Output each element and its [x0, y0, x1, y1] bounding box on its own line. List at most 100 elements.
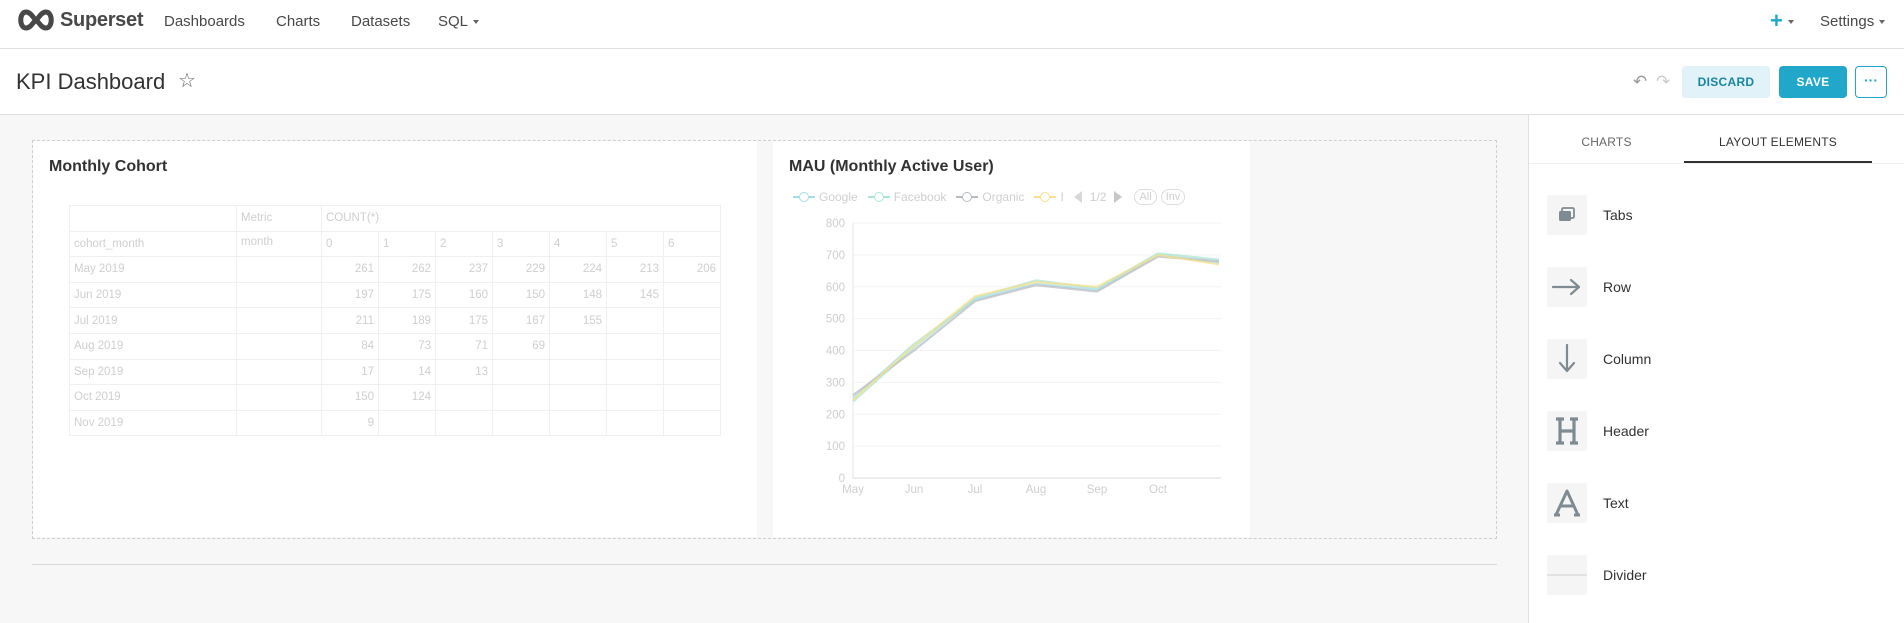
table-cell — [606, 307, 664, 334]
table-cell: 148 — [549, 281, 607, 309]
y-tick-label: 600 — [826, 282, 845, 294]
table-cell — [549, 332, 607, 360]
table-cell: 150 — [492, 281, 550, 309]
tab-charts[interactable]: CHARTS — [1529, 115, 1684, 163]
table-cell — [435, 384, 493, 411]
superset-logo[interactable]: Superset — [16, 8, 143, 32]
table-cell: 213 — [606, 256, 664, 283]
col-header-label: month — [236, 230, 322, 258]
table-row: Jun 2019 197 175 160 150 148 145 — [69, 281, 721, 309]
table-cell — [663, 332, 721, 360]
x-tick-label: Oct — [1149, 484, 1168, 496]
table-cell — [492, 358, 550, 386]
table-row: Jul 2019 211 189 175 167 155 — [69, 307, 721, 334]
dashboard-header: KPI Dashboard ☆ ↶ ↷ DISCARD SAVE ··· — [0, 49, 1904, 115]
discard-button[interactable]: DISCARD — [1682, 66, 1770, 98]
layout-element-column[interactable]: Column — [1547, 339, 1651, 379]
table-cell — [378, 409, 436, 437]
layout-element-label: Row — [1603, 279, 1632, 295]
settings-menu[interactable]: Settings — [1820, 13, 1886, 30]
layout-element-label: Header — [1603, 423, 1649, 439]
nav-charts[interactable]: Charts — [276, 13, 320, 30]
col-header: 3 — [492, 230, 550, 258]
table-cell — [549, 409, 607, 437]
mau-line-chart: 0100200300400500600700800May Jun Jul Aug Sep… — [826, 218, 1221, 496]
chart-title: Monthly Cohort — [49, 158, 168, 175]
chart-title: MAU (Monthly Active User) — [789, 158, 994, 175]
y-tick-label: 300 — [826, 377, 845, 389]
dashboard-title[interactable]: KPI Dashboard — [16, 69, 165, 95]
builder-side-panel: CHARTS LAYOUT ELEMENTS Tabs Row Column H… — [1528, 115, 1904, 623]
col-header: 1 — [378, 230, 436, 258]
settings-label: Settings — [1820, 13, 1875, 30]
superset-logo-icon — [18, 9, 54, 31]
y-tick-label: 200 — [826, 409, 845, 421]
layout-element-divider[interactable]: Divider — [1547, 555, 1647, 595]
y-tick-label: 500 — [826, 314, 845, 326]
new-item-menu[interactable]: + — [1770, 9, 1794, 33]
chevron-down-icon — [1879, 20, 1886, 25]
table-cell: 237 — [435, 256, 493, 283]
table-cell — [663, 384, 721, 411]
table-cell — [236, 281, 322, 309]
row-header-label: cohort_month — [69, 230, 237, 258]
table-cell: 84 — [321, 332, 379, 360]
favorite-star-icon[interactable]: ☆ — [178, 71, 196, 91]
nav-sql-label: SQL — [438, 13, 469, 30]
nav-datasets[interactable]: Datasets — [351, 13, 410, 30]
tab-divider — [1529, 163, 1904, 164]
chart-card-mau[interactable]: MAU (Monthly Active User) Google Faceboo… — [773, 141, 1250, 537]
layout-element-label: Divider — [1603, 567, 1647, 583]
col-header: 2 — [435, 230, 493, 258]
table-cell: 69 — [492, 332, 550, 360]
table-cell: 224 — [549, 256, 607, 283]
nav-sql-menu[interactable]: SQL — [438, 13, 480, 30]
layout-element-label: Text — [1603, 495, 1629, 511]
table-cell — [435, 409, 493, 437]
row-label: May 2019 — [69, 256, 237, 283]
col-header: 4 — [549, 230, 607, 258]
table-cell: 73 — [378, 332, 436, 360]
layout-element-tabs[interactable]: Tabs — [1547, 195, 1633, 235]
redo-icon[interactable]: ↷ — [1656, 72, 1670, 92]
x-tick-label: Jun — [905, 484, 924, 496]
table-cell: 211 — [321, 307, 379, 334]
nav-dashboards[interactable]: Dashboards — [164, 13, 245, 30]
table-cell — [236, 307, 322, 334]
table-cell: 229 — [492, 256, 550, 283]
x-tick-label: Sep — [1087, 484, 1107, 496]
layout-element-row[interactable]: Row — [1547, 267, 1631, 307]
row-label: Jul 2019 — [69, 307, 237, 334]
row-label: Sep 2019 — [69, 358, 237, 386]
chart-card-monthly-cohort[interactable]: Monthly Cohort Metric COUNT(*) month 0 1… — [33, 141, 757, 537]
layout-element-text[interactable]: Text — [1547, 483, 1629, 523]
more-options-button[interactable]: ··· — [1855, 66, 1887, 98]
y-tick-label: 700 — [826, 250, 845, 262]
layout-element-header[interactable]: Header — [1547, 411, 1649, 451]
table-cell — [236, 358, 322, 386]
table-cell — [663, 281, 721, 309]
table-cell: 160 — [435, 281, 493, 309]
table-cell: 9 — [321, 409, 379, 437]
table-cell — [549, 384, 607, 411]
table-cell: 197 — [321, 281, 379, 309]
chevron-down-icon — [473, 20, 480, 25]
undo-icon[interactable]: ↶ — [1633, 72, 1647, 92]
col-header: 5 — [606, 230, 664, 258]
series-line-organic — [852, 255, 1220, 396]
pivot-table: Metric COUNT(*) month 0 1 2 3 4 5 6 coho… — [69, 205, 721, 437]
metric-value-header: COUNT(*) — [321, 205, 721, 232]
table-row: Aug 2019 84 73 71 69 — [69, 332, 721, 360]
plus-icon: + — [1770, 8, 1783, 33]
table-cell — [236, 256, 322, 283]
metric-label: Metric — [236, 205, 322, 232]
series-line-google — [852, 253, 1220, 400]
save-button[interactable]: SAVE — [1779, 66, 1847, 98]
tab-layout-elements[interactable]: LAYOUT ELEMENTS — [1684, 115, 1872, 163]
tabs-icon — [1547, 195, 1587, 235]
row-label: Oct 2019 — [69, 384, 237, 411]
table-cell — [606, 409, 664, 437]
layout-element-label: Tabs — [1603, 207, 1633, 223]
table-corner-cell — [69, 205, 237, 232]
table-cell: 167 — [492, 307, 550, 334]
